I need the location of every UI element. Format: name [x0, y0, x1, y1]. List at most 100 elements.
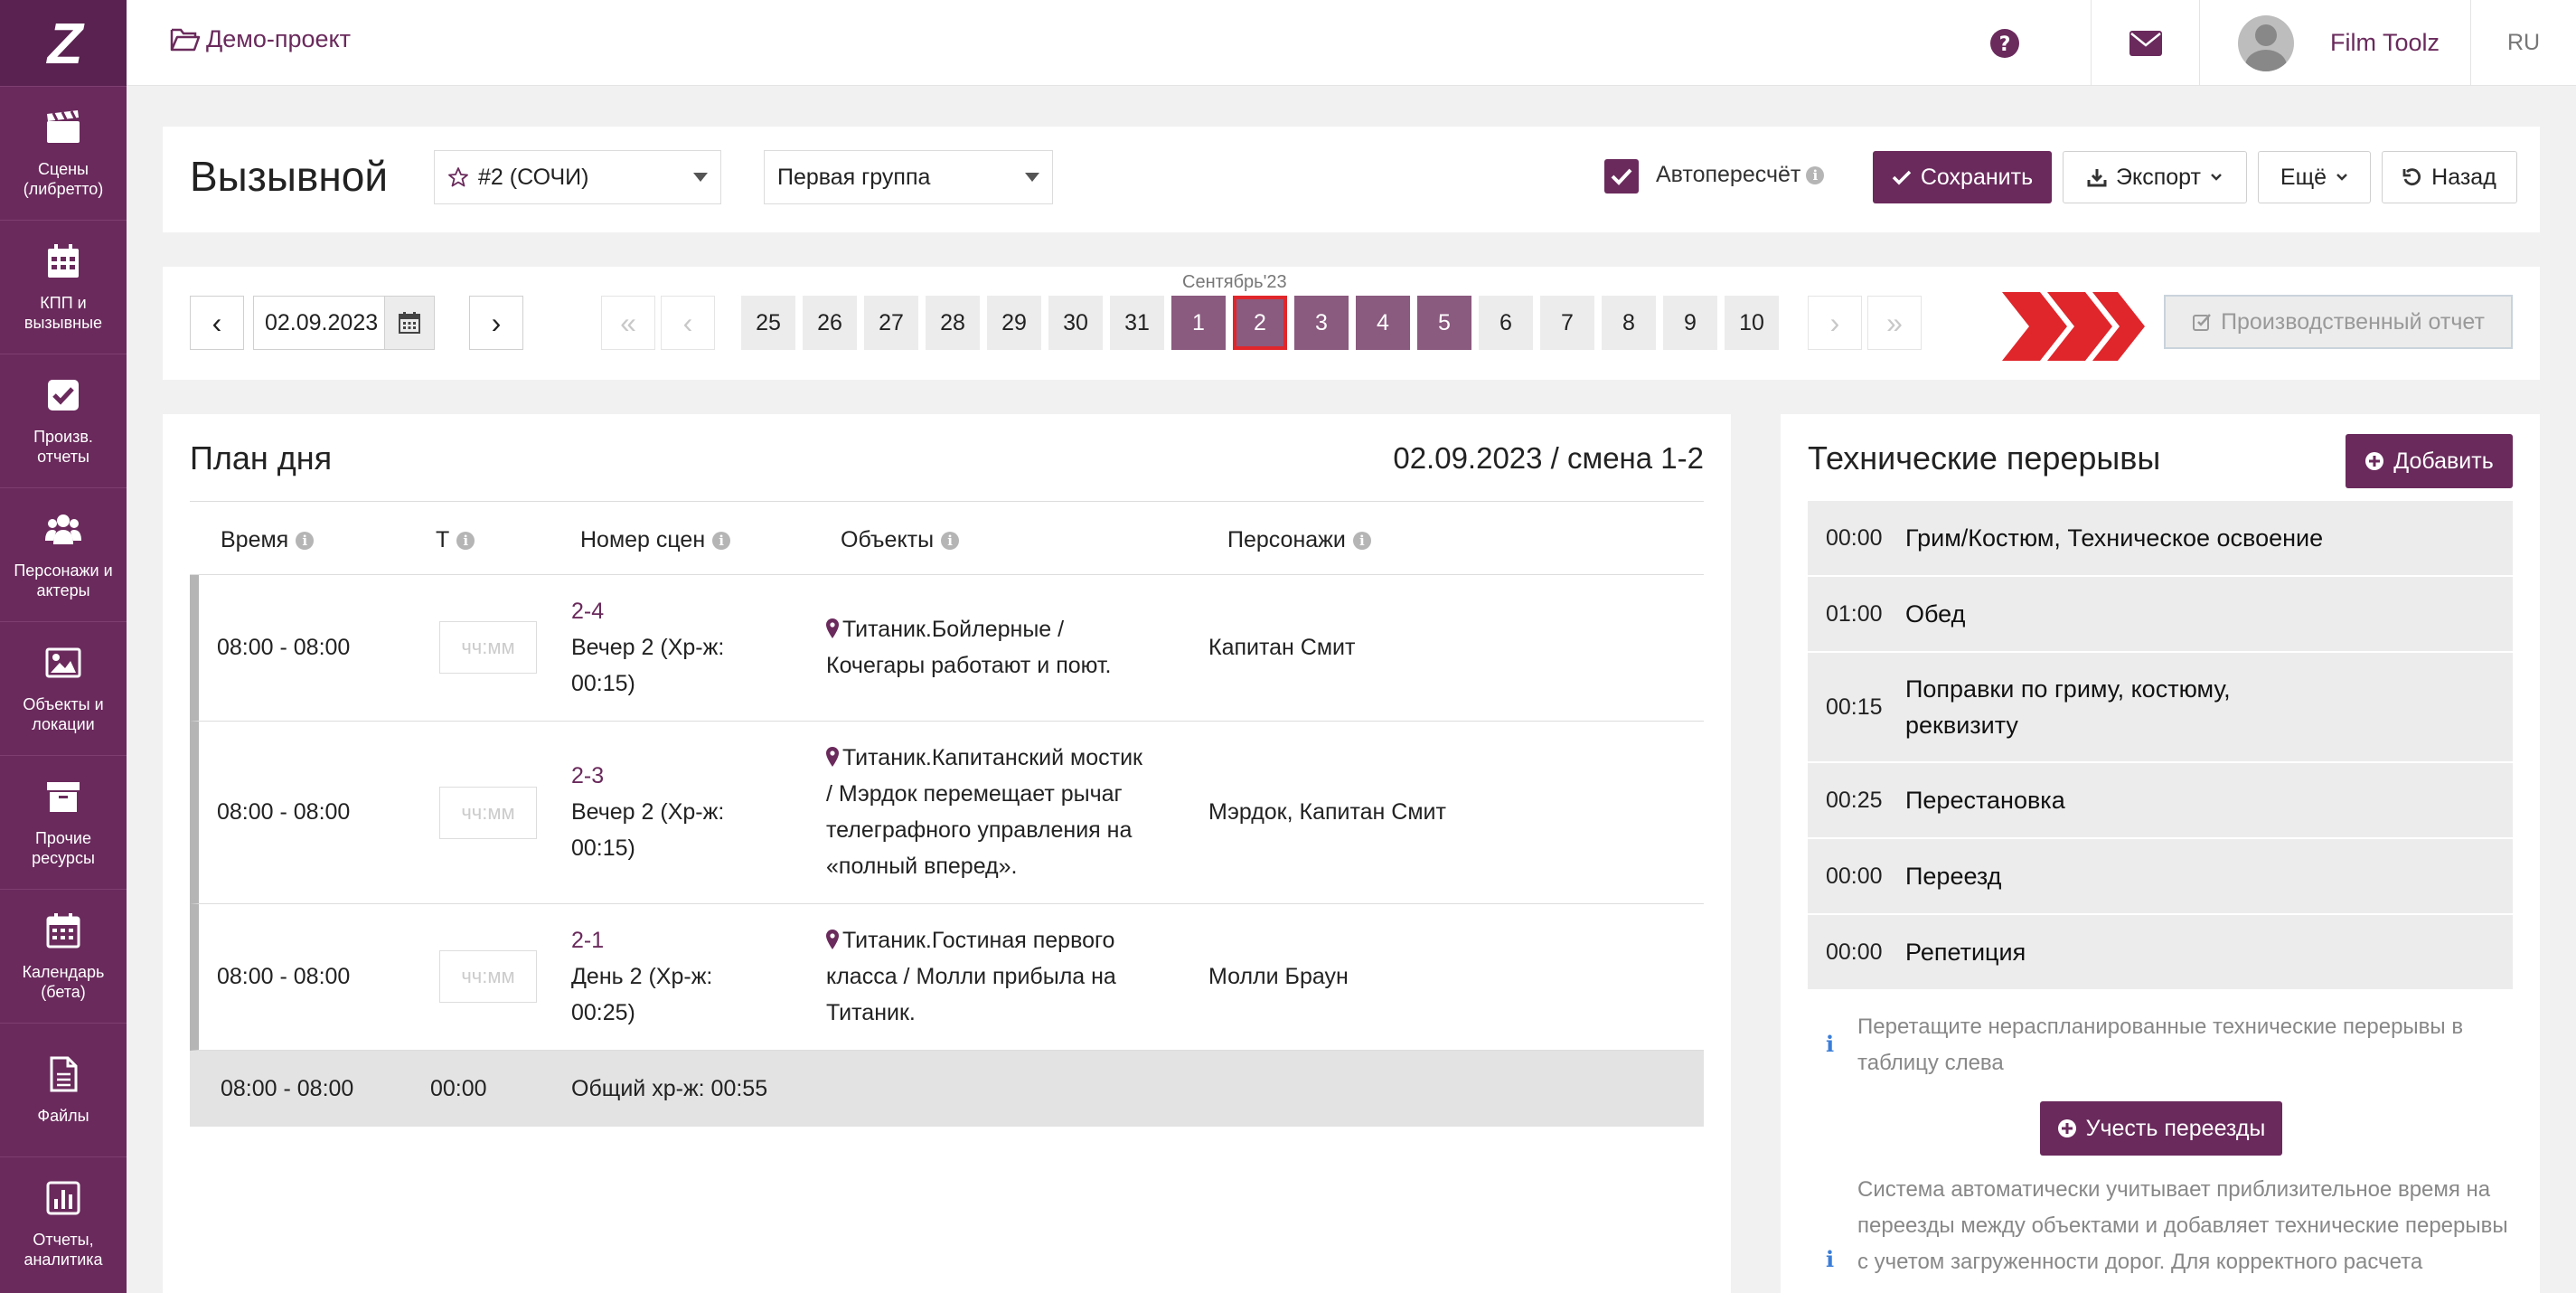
chevron-down-icon [1025, 173, 1039, 182]
archive-box-icon [47, 781, 80, 812]
group-select[interactable]: Первая группа [764, 150, 1053, 204]
file-icon [50, 1056, 78, 1091]
sidebar-item-files[interactable]: Файлы [0, 1023, 127, 1156]
auto-recalc-label: Автопересчёт i [1656, 162, 1825, 188]
project-name: Демо-проект [206, 25, 352, 52]
help-icon: ? [1990, 28, 2019, 58]
t-input[interactable]: чч:мм [439, 621, 537, 674]
day-button-27[interactable]: 27 [864, 296, 918, 350]
calendar-icon [399, 312, 420, 334]
next-page-button[interactable]: › [1808, 296, 1862, 350]
row-object: Титаник.Гостиная первого класса / Молли … [826, 928, 1116, 1025]
column-header-time: Время i [221, 527, 315, 553]
auto-recalc-checkbox[interactable] [1604, 159, 1639, 193]
calendar-picker-button[interactable] [384, 296, 435, 350]
info-icon[interactable]: i [456, 531, 475, 550]
plan-date-shift: 02.09.2023 / смена 1-2 [1393, 441, 1704, 475]
sidebar-item-objects[interactable]: Объекты и локации [0, 621, 127, 755]
day-button-26[interactable]: 26 [803, 296, 857, 350]
day-button-25[interactable]: 25 [741, 296, 795, 350]
project-select[interactable]: #2 (СОЧИ) [434, 150, 721, 204]
download-icon [2087, 169, 2107, 187]
scene-desc: Вечер 2 (Хр-ж: 00:15) [571, 635, 725, 696]
user-menu[interactable]: Film Toolz [2199, 0, 2470, 86]
add-break-button[interactable]: Добавить [2346, 434, 2513, 488]
t-input[interactable]: чч:мм [439, 787, 537, 839]
list-item[interactable]: 00:25 Перестановка [1808, 763, 2513, 839]
sidebar-item-analytics[interactable]: Отчеты, аналитика [0, 1156, 127, 1290]
next-day-button[interactable]: › [469, 296, 523, 350]
username: Film Toolz [2330, 29, 2440, 56]
day-button-9[interactable]: 9 [1663, 296, 1717, 350]
sidebar-item-characters[interactable]: Персонажи и актеры [0, 487, 127, 621]
day-button-7[interactable]: 7 [1540, 296, 1594, 350]
list-item[interactable]: 00:00 Репетиция [1808, 915, 2513, 991]
travel-hint: Система автоматически учитывает приблизи… [1857, 1177, 2508, 1274]
sidebar-item-callsheets[interactable]: КПП и вызывные [0, 220, 127, 354]
more-label: Ещё [2280, 164, 2327, 190]
list-item[interactable]: 00:00 Переезд [1808, 839, 2513, 915]
table-row[interactable]: 08:00 - 08:00 чч:мм 2-3 Вечер 2 (Хр-ж: 00… [190, 722, 1704, 904]
scene-number[interactable]: 2-4 [571, 593, 604, 629]
users-icon [45, 514, 81, 544]
project-link[interactable]: Демо-проект [170, 25, 351, 53]
day-plan-panel: План дня 02.09.2023 / смена 1-2 Время i Т… [163, 414, 1731, 1293]
map-pin-icon [826, 747, 839, 767]
date-input[interactable]: 02.09.2023 [253, 296, 389, 350]
info-icon[interactable]: i [941, 531, 960, 550]
first-page-button[interactable]: « [601, 296, 655, 350]
messages-button[interactable] [2091, 0, 2199, 86]
sidebar-item-scenes[interactable]: Сцены (либретто) [0, 86, 127, 220]
prev-day-button[interactable]: ‹ [190, 296, 244, 350]
account-travel-button[interactable]: Учесть переезды [2040, 1101, 2282, 1156]
row-object: Титаник.Бойлерные / Кочегары работают и … [826, 617, 1112, 678]
table-row[interactable]: 08:00 - 08:00 чч:мм 2-4 Вечер 2 (Хр-ж: 00… [190, 575, 1704, 722]
sidebar-item-resources[interactable]: Прочие ресурсы [0, 755, 127, 889]
scene-number[interactable]: 2-3 [571, 758, 604, 794]
day-button-29[interactable]: 29 [987, 296, 1041, 350]
list-item[interactable]: 01:00 Обед [1808, 577, 2513, 653]
help-button[interactable]: ? [1973, 0, 2036, 86]
sidebar-item-label: Календарь (бета) [22, 962, 105, 1001]
list-item[interactable]: 00:15 Поправки по гриму, костюму, реквизи… [1808, 653, 2513, 763]
day-button-2[interactable]: 2 [1233, 296, 1287, 350]
break-name: Обед [1905, 600, 1966, 628]
day-button-6[interactable]: 6 [1479, 296, 1533, 350]
language-switch[interactable]: RU [2470, 0, 2576, 86]
save-button[interactable]: Сохранить [1873, 151, 2052, 203]
column-header-characters: Персонажи i [1227, 527, 1371, 553]
day-button-1[interactable]: 1 [1171, 296, 1226, 350]
export-label: Экспорт [2116, 164, 2201, 190]
scene-number[interactable]: 2-1 [571, 922, 604, 958]
footer-time: 08:00 - 08:00 [221, 1076, 354, 1101]
t-input[interactable]: чч:мм [439, 950, 537, 1003]
day-button-31[interactable]: 31 [1110, 296, 1164, 350]
prev-page-button[interactable]: ‹ [661, 296, 715, 350]
app-logo[interactable]: Z [0, 0, 127, 86]
day-button-30[interactable]: 30 [1048, 296, 1103, 350]
date-value: 02.09.2023 [265, 309, 379, 335]
more-button[interactable]: Ещё [2258, 151, 2371, 203]
list-item[interactable]: 00:00 Грим/Костюм, Техническое освоение [1808, 501, 2513, 577]
sidebar-item-reports[interactable]: Произв. отчеты [0, 354, 127, 487]
last-page-button[interactable]: » [1867, 296, 1922, 350]
day-button-10[interactable]: 10 [1725, 296, 1779, 350]
back-label: Назад [2431, 164, 2496, 190]
table-row[interactable]: 08:00 - 08:00 чч:мм 2-1 День 2 (Хр-ж: 00:… [190, 904, 1704, 1051]
row-time: 08:00 - 08:00 [217, 635, 351, 660]
info-icon[interactable]: i [296, 531, 315, 550]
info-icon[interactable]: i [1352, 531, 1371, 550]
info-icon[interactable]: i [1806, 165, 1825, 184]
export-button[interactable]: Экспорт [2063, 151, 2247, 203]
edit-square-icon [2193, 314, 2211, 331]
day-button-8[interactable]: 8 [1602, 296, 1656, 350]
day-button-3[interactable]: 3 [1294, 296, 1349, 350]
day-button-5[interactable]: 5 [1417, 296, 1471, 350]
day-button-28[interactable]: 28 [926, 296, 980, 350]
info-icon[interactable]: i [712, 531, 731, 550]
sidebar-item-calendar[interactable]: Календарь (бета) [0, 889, 127, 1023]
back-button[interactable]: Назад [2382, 151, 2517, 203]
production-report-button[interactable]: Производственный отчет [2164, 295, 2513, 349]
day-button-4[interactable]: 4 [1356, 296, 1410, 350]
row-characters: Молли Браун [1208, 964, 1349, 989]
